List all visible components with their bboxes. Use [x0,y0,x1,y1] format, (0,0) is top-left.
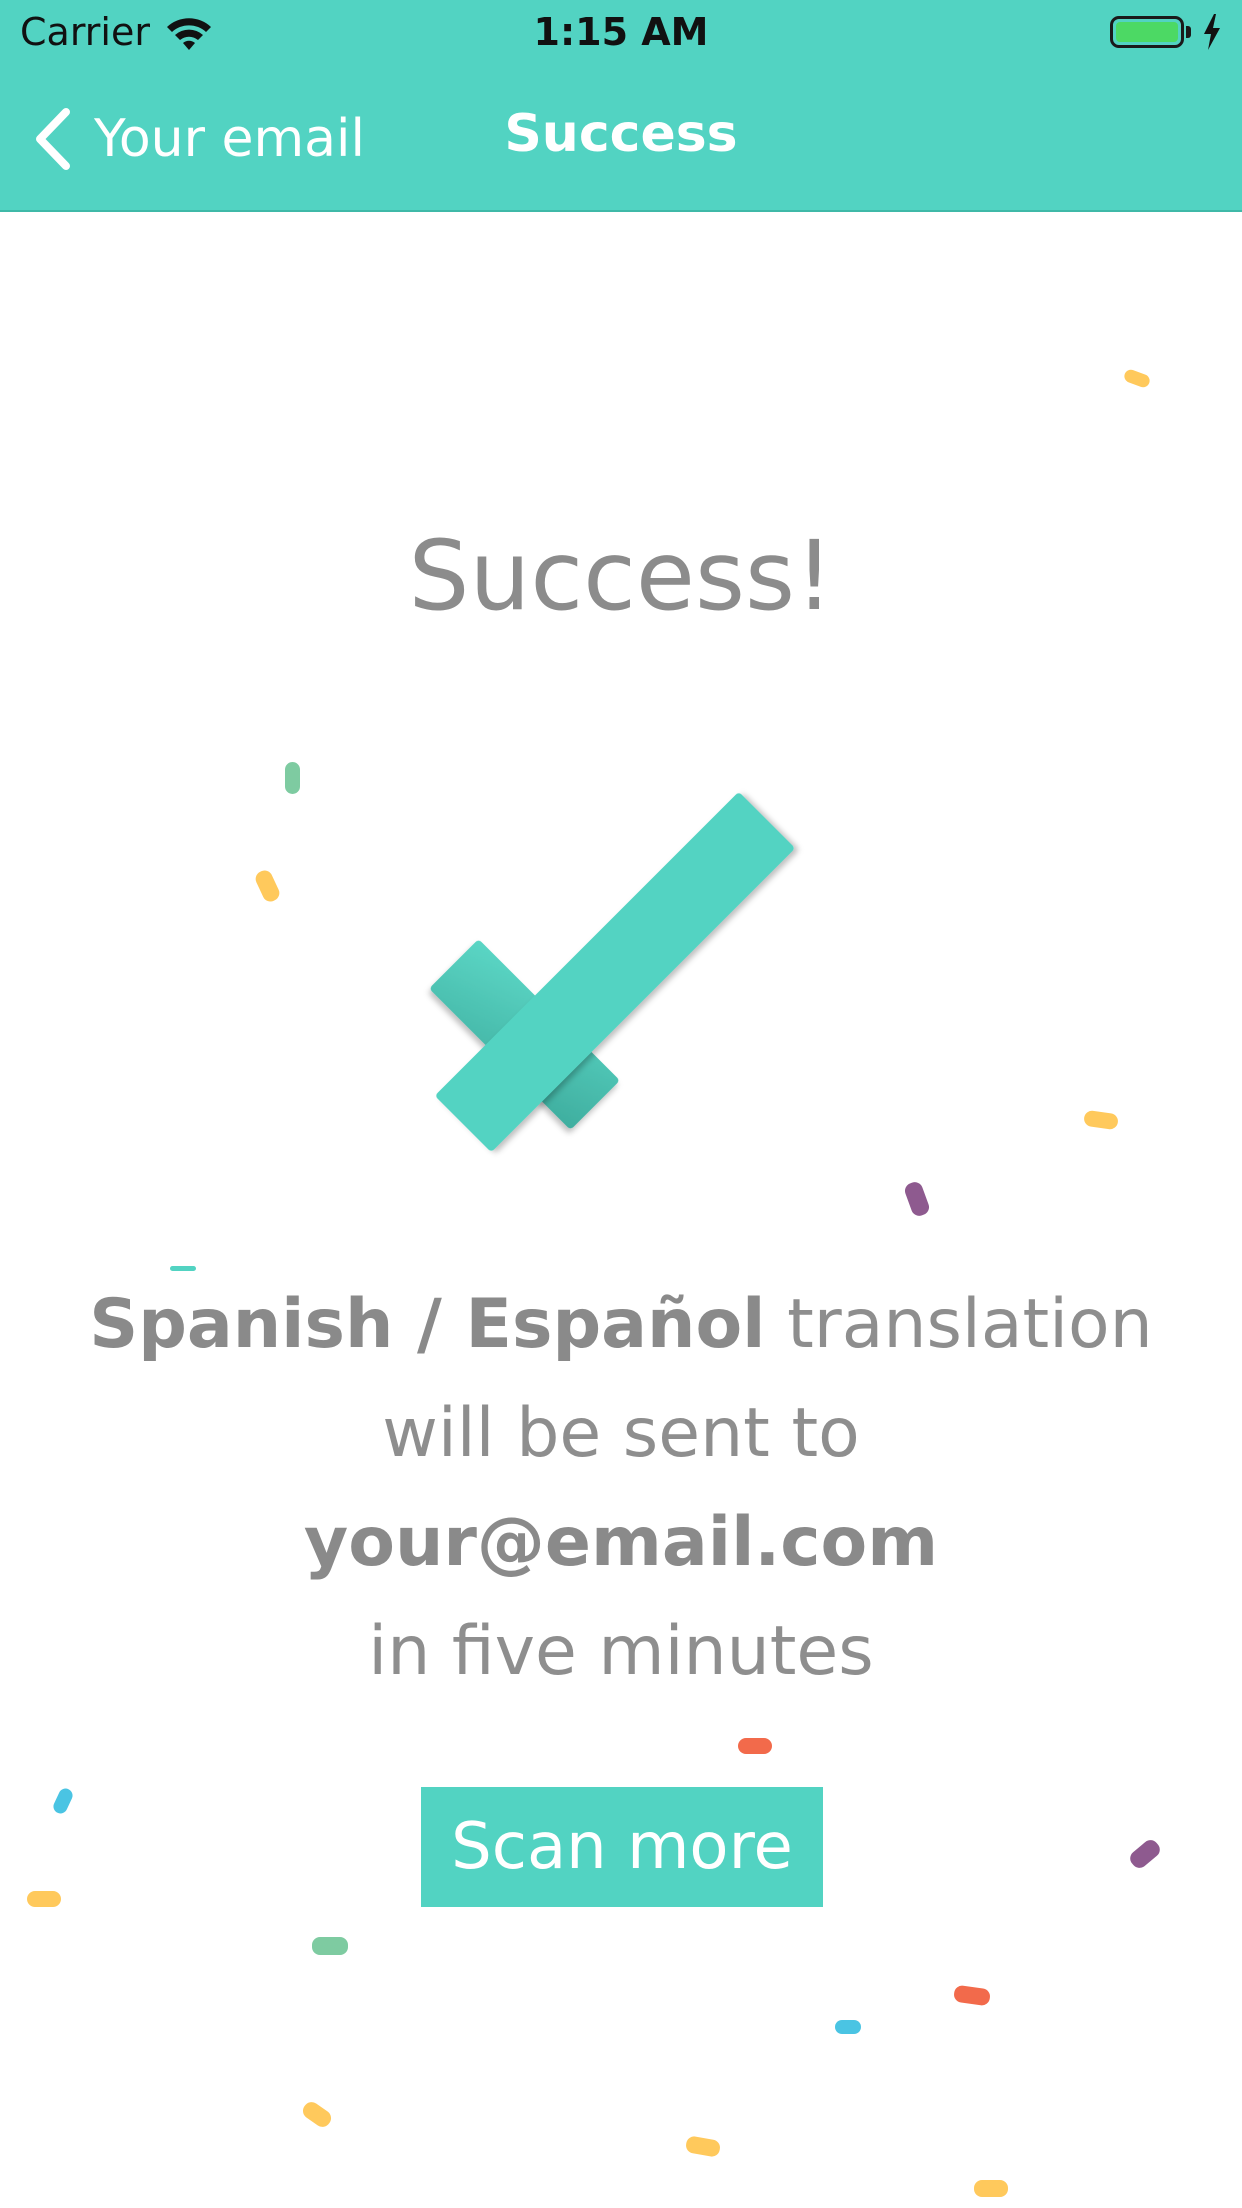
translation-text: translation [787,1285,1153,1364]
confetti-piece [738,1738,772,1754]
navigation-header: Carrier 1:15 AM Your email Success [0,0,1242,212]
checkmark-icon [430,793,794,1151]
success-heading: Success! [408,520,834,632]
status-bar: Carrier 1:15 AM [0,0,1242,66]
confetti-piece [952,1984,992,2007]
confetti-piece [285,762,300,794]
email-address: your@email.com [303,1503,939,1582]
confetti-piece [902,1179,932,1219]
confetti-piece [312,1937,348,1955]
confetti-piece [1122,367,1152,390]
battery-level [1116,22,1178,42]
confetti-piece [1083,1109,1119,1131]
confetti-piece [253,867,282,905]
confetti-piece [27,1891,61,1907]
confetti-piece [299,2098,335,2131]
battery-tip [1186,26,1191,38]
language-name: Spanish / Español [89,1285,766,1364]
message-line-1: Spanish / Español translation [0,1270,1242,1379]
confetti-piece [51,1786,75,1816]
confetti-piece [835,2020,861,2034]
confetti-piece [684,2135,722,2158]
confetti-piece [1126,1836,1164,1872]
time-text: in five minutes [368,1612,874,1691]
battery-icon [1110,16,1184,48]
sent-to-text: will be sent to [382,1394,860,1473]
charging-bolt-icon [1204,14,1220,50]
confetti-piece [974,2180,1008,2197]
scan-more-button[interactable]: Scan more [421,1787,823,1907]
page-title: Success [504,104,738,164]
clock: 1:15 AM [533,10,709,54]
confirmation-message: Spanish / Español translation will be se… [0,1270,1242,1706]
